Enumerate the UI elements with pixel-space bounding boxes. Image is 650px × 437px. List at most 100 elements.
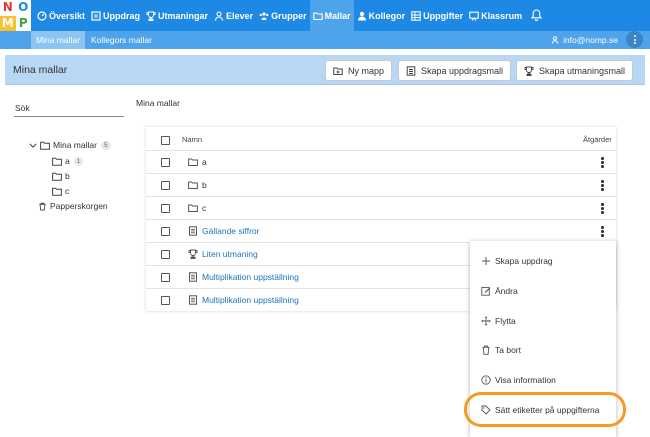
row-actions-icon[interactable] bbox=[601, 157, 604, 168]
gauge-icon bbox=[37, 10, 47, 21]
menu-label: Skapa uppdrag bbox=[495, 256, 553, 266]
row-name[interactable]: Liten utmaning bbox=[188, 249, 258, 259]
folder-icon bbox=[52, 157, 62, 166]
button-label: Skapa uppdragsmall bbox=[421, 65, 504, 76]
row-actions-icon[interactable] bbox=[601, 226, 604, 237]
row-label: Liten utmaning bbox=[202, 249, 258, 259]
new-folder-button[interactable]: Ny mapp bbox=[325, 60, 393, 81]
tree-label: Mina mallar bbox=[53, 140, 97, 150]
tree-item-a[interactable]: a 1 bbox=[52, 156, 84, 166]
page-title: Mina mallar bbox=[13, 64, 68, 76]
folder-icon bbox=[188, 181, 198, 189]
tab-mina-mallar[interactable]: Mina mallar bbox=[31, 31, 85, 49]
highlight-outline bbox=[464, 392, 626, 427]
folder-icon bbox=[312, 11, 323, 20]
nav-label: Uppdrag bbox=[103, 10, 141, 21]
row-label: Multiplikation uppställning bbox=[202, 272, 299, 282]
menu-label: Ta bort bbox=[495, 345, 521, 355]
user-icon bbox=[214, 10, 224, 21]
nomp-logo[interactable]: N O M P bbox=[0, 0, 31, 31]
search-label: Sök bbox=[15, 103, 30, 113]
nav-label: Klassrum bbox=[481, 10, 523, 21]
table-row[interactable]: b bbox=[146, 173, 616, 196]
row-name[interactable]: b bbox=[188, 180, 207, 190]
list-icon bbox=[91, 10, 101, 21]
edit-icon bbox=[481, 287, 491, 296]
tree-item-trash[interactable]: Papperskorgen bbox=[38, 201, 108, 211]
user-icon bbox=[551, 36, 558, 44]
user-icon bbox=[357, 11, 366, 20]
list-icon bbox=[406, 65, 416, 76]
nav-label: Kollegor bbox=[368, 10, 406, 21]
logo-letter-o: O bbox=[15, 0, 31, 16]
row-actions-icon[interactable] bbox=[601, 180, 604, 191]
menu-item-delete[interactable]: Ta bort bbox=[481, 345, 521, 355]
bell-icon[interactable] bbox=[531, 9, 542, 21]
main-nav: Översikt Uppdrag Utmaningar Elever Grupp… bbox=[34, 0, 525, 31]
page-header: Mina mallar Ny mapp Skapa uppdragsmall S… bbox=[5, 55, 645, 85]
tab-kollegors-mallar[interactable]: Kollegors mallar bbox=[86, 31, 157, 49]
row-name[interactable]: c bbox=[188, 203, 206, 213]
row-checkbox[interactable] bbox=[161, 181, 170, 190]
info-icon bbox=[481, 375, 491, 385]
row-label: c bbox=[202, 203, 207, 213]
breadcrumb: Mina mallar bbox=[136, 98, 180, 108]
table-row[interactable]: Gällande siffror bbox=[146, 219, 616, 242]
nav-item-utmaningar[interactable]: Utmaningar bbox=[143, 0, 211, 31]
nav-item-oversikt[interactable]: Översikt bbox=[34, 0, 88, 31]
select-all-checkbox[interactable] bbox=[161, 136, 170, 145]
row-checkbox[interactable] bbox=[161, 250, 170, 259]
column-header-name: Namn bbox=[182, 135, 203, 144]
row-checkbox[interactable] bbox=[161, 273, 170, 282]
nav-item-uppdrag[interactable]: Uppdrag bbox=[88, 0, 143, 31]
users-icon bbox=[259, 11, 269, 20]
search-input[interactable] bbox=[14, 116, 124, 117]
trash-icon bbox=[482, 345, 490, 355]
row-name[interactable]: Gällande siffror bbox=[188, 226, 259, 236]
row-checkbox[interactable] bbox=[161, 204, 170, 213]
top-navigation-bar: N O M P Översikt Uppdrag Utmaningar Elev… bbox=[0, 0, 650, 31]
nav-label: Elever bbox=[226, 10, 254, 21]
nav-item-klassrum[interactable]: Klassrum bbox=[466, 0, 525, 31]
row-checkbox[interactable] bbox=[161, 227, 170, 236]
table-row[interactable]: a bbox=[146, 150, 616, 173]
row-checkbox[interactable] bbox=[161, 158, 170, 167]
tree-label: Papperskorgen bbox=[50, 201, 108, 211]
nav-item-elever[interactable]: Elever bbox=[211, 0, 256, 31]
row-label: Multiplikation uppställning bbox=[202, 295, 299, 305]
tree-item-c[interactable]: c bbox=[52, 186, 69, 196]
row-name[interactable]: Multiplikation uppställning bbox=[188, 295, 299, 305]
nav-item-grupper[interactable]: Grupper bbox=[256, 0, 310, 31]
table-row[interactable]: c bbox=[146, 196, 616, 219]
create-assignment-template-button[interactable]: Skapa uppdragsmall bbox=[398, 60, 512, 81]
row-name[interactable]: a bbox=[188, 157, 207, 167]
nav-label: Översikt bbox=[49, 10, 86, 21]
tree-item-mina-mallar[interactable]: Mina mallar 5 bbox=[29, 140, 111, 150]
nav-item-kollegor[interactable]: Kollegor bbox=[354, 0, 409, 31]
trophy-icon bbox=[524, 66, 534, 76]
row-label: a bbox=[202, 157, 207, 167]
row-label: b bbox=[202, 180, 207, 190]
row-checkbox[interactable] bbox=[161, 296, 170, 305]
menu-item-show-info[interactable]: Visa information bbox=[481, 375, 556, 385]
trophy-icon bbox=[146, 11, 156, 21]
menu-item-move[interactable]: Flytta bbox=[481, 316, 516, 326]
assignment-icon bbox=[189, 272, 197, 282]
user-menu[interactable]: info@nomp.se bbox=[551, 31, 618, 49]
row-actions-icon[interactable] bbox=[601, 203, 604, 214]
tree-label: b bbox=[65, 171, 70, 181]
nav-item-mallar[interactable]: Mallar bbox=[309, 0, 354, 31]
move-icon bbox=[481, 316, 491, 326]
row-name[interactable]: Multiplikation uppställning bbox=[188, 272, 299, 282]
create-challenge-template-button[interactable]: Skapa utmaningsmall bbox=[516, 60, 634, 81]
tree-item-b[interactable]: b bbox=[52, 171, 70, 181]
folder-icon bbox=[52, 187, 62, 196]
menu-label: Flytta bbox=[495, 316, 516, 326]
menu-item-edit[interactable]: Ändra bbox=[481, 286, 518, 296]
nav-item-uppgifter[interactable]: Uppgifter bbox=[408, 0, 466, 31]
board-icon bbox=[469, 11, 479, 21]
nav-label: Uppgifter bbox=[423, 10, 464, 21]
button-label: Ny mapp bbox=[348, 65, 385, 76]
menu-item-create-assignment[interactable]: Skapa uppdrag bbox=[481, 256, 553, 266]
more-options-icon[interactable] bbox=[626, 31, 643, 48]
